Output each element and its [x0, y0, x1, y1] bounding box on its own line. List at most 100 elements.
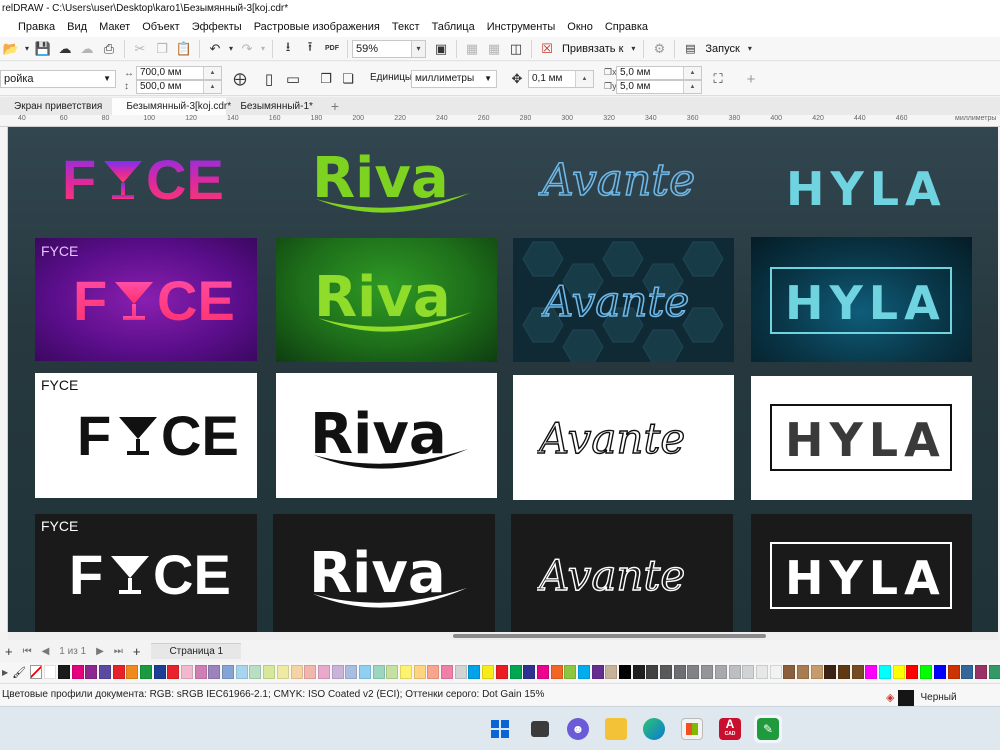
pdf-export-icon[interactable]: PDF — [321, 38, 343, 60]
color-swatch[interactable] — [988, 665, 1000, 679]
nudge-distance-input[interactable]: 0,1 мм ▲▼ — [528, 70, 594, 88]
import-icon[interactable]: ⭳ — [277, 38, 299, 60]
autocad-icon[interactable]: A CAD — [716, 715, 744, 743]
color-swatch[interactable] — [550, 665, 563, 679]
store-icon[interactable] — [678, 715, 706, 743]
color-swatch[interactable] — [454, 665, 467, 679]
color-swatch[interactable] — [112, 665, 125, 679]
cut-icon[interactable]: ✂ — [129, 38, 151, 60]
file-explorer-icon[interactable] — [602, 715, 630, 743]
spin-icon[interactable]: ▲▼ — [203, 67, 221, 79]
avante-logo-blue[interactable]: Avante — [538, 151, 718, 211]
color-swatch[interactable] — [619, 665, 631, 679]
color-swatch[interactable] — [386, 665, 399, 679]
color-swatch[interactable] — [98, 665, 111, 679]
tab-document-3[interactable]: Безымянный-3[koj.cdr* — [112, 98, 231, 115]
card-fyce-black[interactable]: FYCE F CE — [35, 514, 257, 632]
menu-layout[interactable]: Макет — [93, 21, 136, 33]
color-swatch[interactable] — [632, 665, 645, 679]
color-swatch[interactable] — [646, 665, 659, 679]
portrait-icon[interactable]: ▯ — [258, 68, 280, 90]
full-screen-icon[interactable]: ▣ — [430, 38, 452, 60]
page-height-input[interactable]: 500,0 мм ▲▼ — [136, 80, 222, 94]
color-swatch[interactable] — [400, 665, 412, 679]
chat-icon[interactable]: ☻ — [564, 715, 592, 743]
coreldraw-taskbar-icon[interactable]: ✎ — [754, 715, 782, 743]
color-swatch[interactable] — [208, 665, 221, 679]
color-swatch[interactable] — [523, 665, 536, 679]
card-hyla-dark[interactable]: HYLA — [751, 237, 972, 362]
task-view-icon[interactable] — [526, 715, 554, 743]
prev-page-icon[interactable]: ◀ — [37, 646, 55, 657]
color-swatch[interactable] — [673, 665, 686, 679]
no-color-swatch[interactable] — [30, 665, 43, 679]
color-swatch[interactable] — [222, 665, 235, 679]
all-pages-icon[interactable]: ❐ — [315, 68, 337, 90]
chevron-down-icon[interactable]: ▾ — [226, 38, 236, 60]
duplicate-y-input[interactable]: 5,0 мм ▲▼ — [616, 80, 702, 94]
paste-icon[interactable]: 📋 — [173, 38, 195, 60]
color-swatch[interactable] — [427, 665, 440, 679]
options-gear-icon[interactable]: ⚙ — [648, 38, 670, 60]
color-swatch[interactable] — [304, 665, 317, 679]
vertical-ruler[interactable] — [0, 127, 8, 632]
save-icon[interactable]: 💾 — [32, 38, 54, 60]
color-swatch[interactable] — [85, 665, 98, 679]
last-page-icon[interactable]: ⏭ — [109, 646, 128, 657]
card-fyce-white[interactable]: FYCE F CE — [35, 373, 257, 498]
color-swatch[interactable] — [331, 665, 344, 679]
color-swatch[interactable] — [194, 665, 207, 679]
show-rulers-icon[interactable]: ▦ — [461, 38, 483, 60]
color-swatch[interactable] — [181, 665, 193, 679]
color-swatch[interactable] — [345, 665, 358, 679]
menu-bitmaps[interactable]: Растровые изображения — [248, 21, 386, 33]
chevron-down-icon[interactable]: ▾ — [744, 38, 756, 60]
spin-icon[interactable]: ▲▼ — [683, 67, 701, 79]
color-swatch[interactable] — [920, 665, 933, 679]
color-swatch[interactable] — [591, 665, 604, 679]
color-swatch[interactable] — [892, 665, 905, 679]
play-icon[interactable]: ▶ — [2, 668, 8, 677]
color-swatch[interactable] — [660, 665, 673, 679]
menu-text[interactable]: Текст — [386, 21, 426, 33]
color-swatch[interactable] — [290, 665, 303, 679]
color-swatch[interactable] — [71, 665, 84, 679]
tab-welcome[interactable]: Экран приветствия — [0, 98, 112, 115]
color-swatch[interactable] — [167, 665, 180, 679]
menu-view[interactable]: Вид — [61, 21, 93, 33]
spin-icon[interactable]: ▲▼ — [575, 71, 593, 87]
page-tab[interactable]: Страница 1 — [151, 643, 242, 659]
color-swatch[interactable] — [358, 665, 371, 679]
color-swatch[interactable] — [139, 665, 152, 679]
color-swatch[interactable] — [728, 665, 741, 679]
card-fyce-purple[interactable]: FYCE F CE — [35, 238, 257, 361]
color-swatch[interactable] — [714, 665, 727, 679]
color-swatch[interactable] — [906, 665, 919, 679]
eyedropper-icon[interactable]: 🖌 — [12, 666, 26, 679]
color-profiles-text[interactable]: Цветовые профили документа: RGB: sRGB IE… — [2, 684, 544, 706]
chevron-down-icon[interactable]: ▾ — [627, 38, 639, 60]
spin-icon[interactable]: ▲▼ — [203, 81, 221, 93]
menu-effects[interactable]: Эффекты — [186, 21, 248, 33]
color-swatch[interactable] — [441, 665, 454, 679]
first-page-icon[interactable]: ⏮ — [18, 646, 37, 657]
color-swatch[interactable] — [413, 665, 426, 679]
color-swatch[interactable] — [605, 665, 618, 679]
color-swatch[interactable] — [783, 665, 796, 679]
color-swatch[interactable] — [44, 665, 57, 679]
units-select[interactable]: миллиметры ▼ — [411, 70, 497, 88]
color-swatch[interactable] — [796, 665, 809, 679]
snap-off-icon[interactable]: ☒ — [536, 38, 558, 60]
cloud-icon[interactable]: ☁ — [76, 38, 98, 60]
add-icon[interactable]: + — [740, 68, 762, 90]
menu-tools[interactable]: Инструменты — [481, 21, 562, 33]
menu-object[interactable]: Объект — [136, 21, 185, 33]
menu-window[interactable]: Окно — [561, 21, 599, 33]
open-icon[interactable]: 📂 — [0, 38, 22, 60]
page-width-input[interactable]: 700,0 мм ▲▼ — [136, 66, 222, 80]
color-swatch[interactable] — [687, 665, 700, 679]
zoom-dropdown-icon[interactable]: ▾ — [412, 39, 426, 58]
card-riva-black[interactable]: Riva — [273, 514, 495, 632]
color-swatch[interactable] — [468, 665, 481, 679]
color-swatch[interactable] — [235, 665, 248, 679]
